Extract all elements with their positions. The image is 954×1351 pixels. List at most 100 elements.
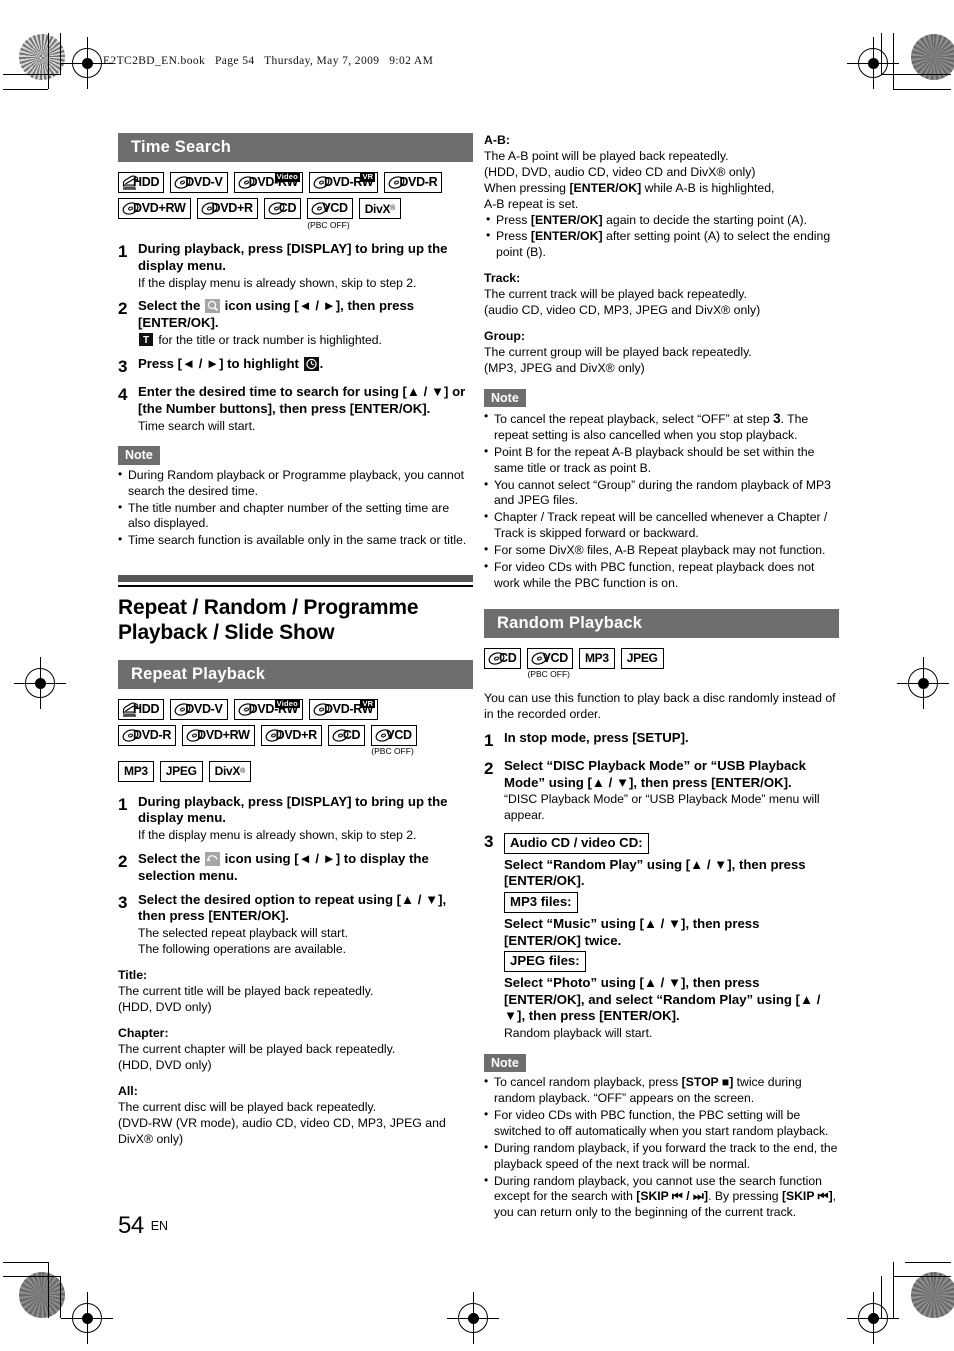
- step-detail: Time search will start.: [138, 418, 256, 433]
- definition-term: Group:: [484, 328, 525, 343]
- step-detail: Random playback will start.: [504, 1026, 653, 1041]
- badge-label: HDD: [133, 175, 160, 190]
- page-content: Time Search HDD DVD-V DVD-RW Video DVD-R…: [0, 0, 954, 1351]
- badge-label: VCD: [386, 727, 412, 742]
- section-heading-random-playback: Random Playback: [484, 608, 839, 638]
- definition-line: A-B repeat is set.: [484, 196, 579, 211]
- definition-description: The current group will be played back re…: [484, 344, 752, 375]
- step-number: 2: [484, 758, 494, 778]
- definition-ab: A-B: The A-B point will be played back r…: [484, 133, 839, 261]
- repeat-icon: [204, 852, 220, 867]
- definition-group: Group: The current group will be played …: [484, 329, 839, 377]
- badge-label: CD: [342, 727, 361, 742]
- step-group-audio-cd: Audio CD / video CD: Select “Random Play…: [504, 831, 839, 890]
- note-item: During Random playback or Programme play…: [118, 467, 473, 500]
- note-item: The title number and chapter number of t…: [118, 500, 473, 533]
- note-item: For video CDs with PBC function, the PBC…: [484, 1107, 839, 1140]
- step-number: 3: [118, 892, 128, 912]
- step-number: 1: [118, 242, 128, 261]
- badge-label: DivX: [364, 201, 391, 216]
- step-number: 3: [118, 356, 128, 376]
- badge-dvd-plus-r: DVD+R: [196, 198, 258, 219]
- badge-superscript: Video: [274, 698, 300, 709]
- badge-label: VCD: [542, 650, 568, 665]
- badge-hdd: HDD: [118, 698, 165, 720]
- step-number: 2: [118, 852, 128, 872]
- definition-term: Chapter:: [118, 1025, 169, 1040]
- step-instruction-post: .: [319, 355, 324, 371]
- badge-label: JPEG: [165, 764, 197, 779]
- definition-line: The A-B point will be played back repeat…: [484, 148, 729, 163]
- badge-label: DVD-V: [185, 175, 223, 190]
- random-playback-intro: You can use this function to play back a…: [484, 690, 836, 721]
- badge-jpeg: JPEG: [159, 760, 203, 782]
- badge-dvd-rw-vr: DVD-RW VR: [308, 698, 379, 720]
- badge-cd: CD: [263, 198, 302, 219]
- badge-mp3: MP3: [118, 760, 154, 782]
- page-number: 54: [118, 1212, 144, 1239]
- page-language: EN: [150, 1219, 169, 1233]
- step-detail-text: for the title or track number is highlig…: [155, 332, 382, 347]
- badge-group-random-playback: CD VCD (PBC OFF) MP3 JPEG: [484, 647, 839, 680]
- badge-label: MP3: [584, 651, 609, 666]
- definition-line: When pressing [ENTER/OK] while A-B is hi…: [484, 180, 775, 195]
- step-item: 4 Enter the desired time to search for u…: [118, 384, 473, 434]
- badge-label: MP3: [124, 764, 148, 779]
- svg-text:T: T: [143, 335, 149, 346]
- badge-group-repeat-playback: HDD DVD-V DVD-RW Video DVD-RW VR DVD-R D…: [118, 698, 473, 782]
- step-item: 2 Select “DISC Playback Mode” or “USB Pl…: [484, 758, 839, 824]
- badge-note-pbc-off: (PBC OFF): [527, 669, 570, 680]
- note-item: To cancel the repeat playback, select “O…: [484, 409, 839, 444]
- definition-term: All:: [118, 1083, 138, 1098]
- step-item: 3 Audio CD / video CD: Select “Random Pl…: [484, 831, 839, 1042]
- definition-track: Track: The current track will be played …: [484, 271, 839, 319]
- step-instruction-pre: Select the: [138, 851, 204, 867]
- definition-chapter: Chapter: The current chapter will be pla…: [118, 1026, 473, 1074]
- badge-mp3: MP3: [578, 647, 615, 669]
- badge-superscript: VR: [360, 172, 376, 182]
- page-footer: 54 EN: [118, 1212, 168, 1240]
- chapter-rule-thick: [118, 575, 473, 583]
- badge-label: DVD+RW: [197, 727, 250, 742]
- step-item: 3 Press [◄ / ►] to highlight .: [118, 356, 473, 377]
- badge-row: DVD-R DVD+RW DVD+R CD VCD (PBC OFF): [118, 724, 473, 757]
- badge-cd: CD: [327, 724, 366, 746]
- badge-label: DVD-R: [399, 175, 438, 190]
- badge-vcd: VCD (PBC OFF): [527, 647, 573, 680]
- step-item: 1 During playback, press [DISPLAY] to br…: [118, 241, 473, 291]
- step-instruction: Select “Music” using [▲ / ▼], then press…: [504, 915, 760, 948]
- definition-line: (HDD, DVD, audio CD, video CD and DivX® …: [484, 164, 756, 179]
- note-item: To cancel random playback, press [STOP ■…: [484, 1074, 839, 1107]
- step-detail: T for the title or track number is highl…: [138, 332, 473, 349]
- note-label: Note: [484, 1054, 526, 1073]
- badge-label: DVD-R: [133, 727, 172, 742]
- definition-term: Title:: [118, 967, 148, 982]
- badge-row: MP3 JPEG DivX ®: [118, 760, 473, 782]
- step-instruction: Select the icon using [◄ / ►], then pres…: [138, 298, 473, 332]
- step-instruction: In stop mode, press [SETUP].: [504, 729, 689, 745]
- badge-row: CD VCD (PBC OFF) MP3 JPEG: [484, 647, 839, 680]
- badge-superscript: Video: [274, 172, 300, 182]
- badge-dvd-plus-r: DVD+R: [260, 724, 322, 746]
- definition-description: The current disc will be played back rep…: [118, 1099, 446, 1146]
- note-list-random: To cancel random playback, press [STOP ■…: [484, 1074, 839, 1222]
- badge-label: DivX: [214, 764, 241, 779]
- note-item: For video CDs with PBC function, repeat …: [484, 559, 839, 592]
- step-instruction: Select the icon using [◄ / ►] to display…: [138, 851, 473, 885]
- note-item: During random playback, you cannot use t…: [484, 1173, 839, 1222]
- definition-all: All: The current disc will be played bac…: [118, 1084, 473, 1148]
- badge-row: DVD+RW DVD+R CD VCD (PBC OFF) DivX ®: [118, 198, 473, 229]
- step-number: 1: [118, 794, 128, 814]
- badge-note-pbc-off: (PBC OFF): [371, 746, 414, 757]
- note-list-repeat: To cancel the repeat playback, select “O…: [484, 409, 839, 592]
- boxed-label-mp3-files: MP3 files:: [504, 892, 578, 913]
- note-label: Note: [484, 388, 526, 408]
- note-item: For some DivX® files, A-B Repeat playbac…: [484, 542, 839, 559]
- note-list-time-search: During Random playback or Programme play…: [118, 467, 473, 549]
- step-detail: If the display menu is already shown, sk…: [138, 828, 417, 843]
- registered-mark: ®: [240, 767, 246, 775]
- section-heading-time-search: Time Search: [118, 133, 473, 162]
- right-column: A-B: The A-B point will be played back r…: [484, 133, 839, 1222]
- step-instruction: Select “DISC Playback Mode” or “USB Play…: [504, 757, 806, 790]
- definition-term: A-B:: [484, 133, 510, 147]
